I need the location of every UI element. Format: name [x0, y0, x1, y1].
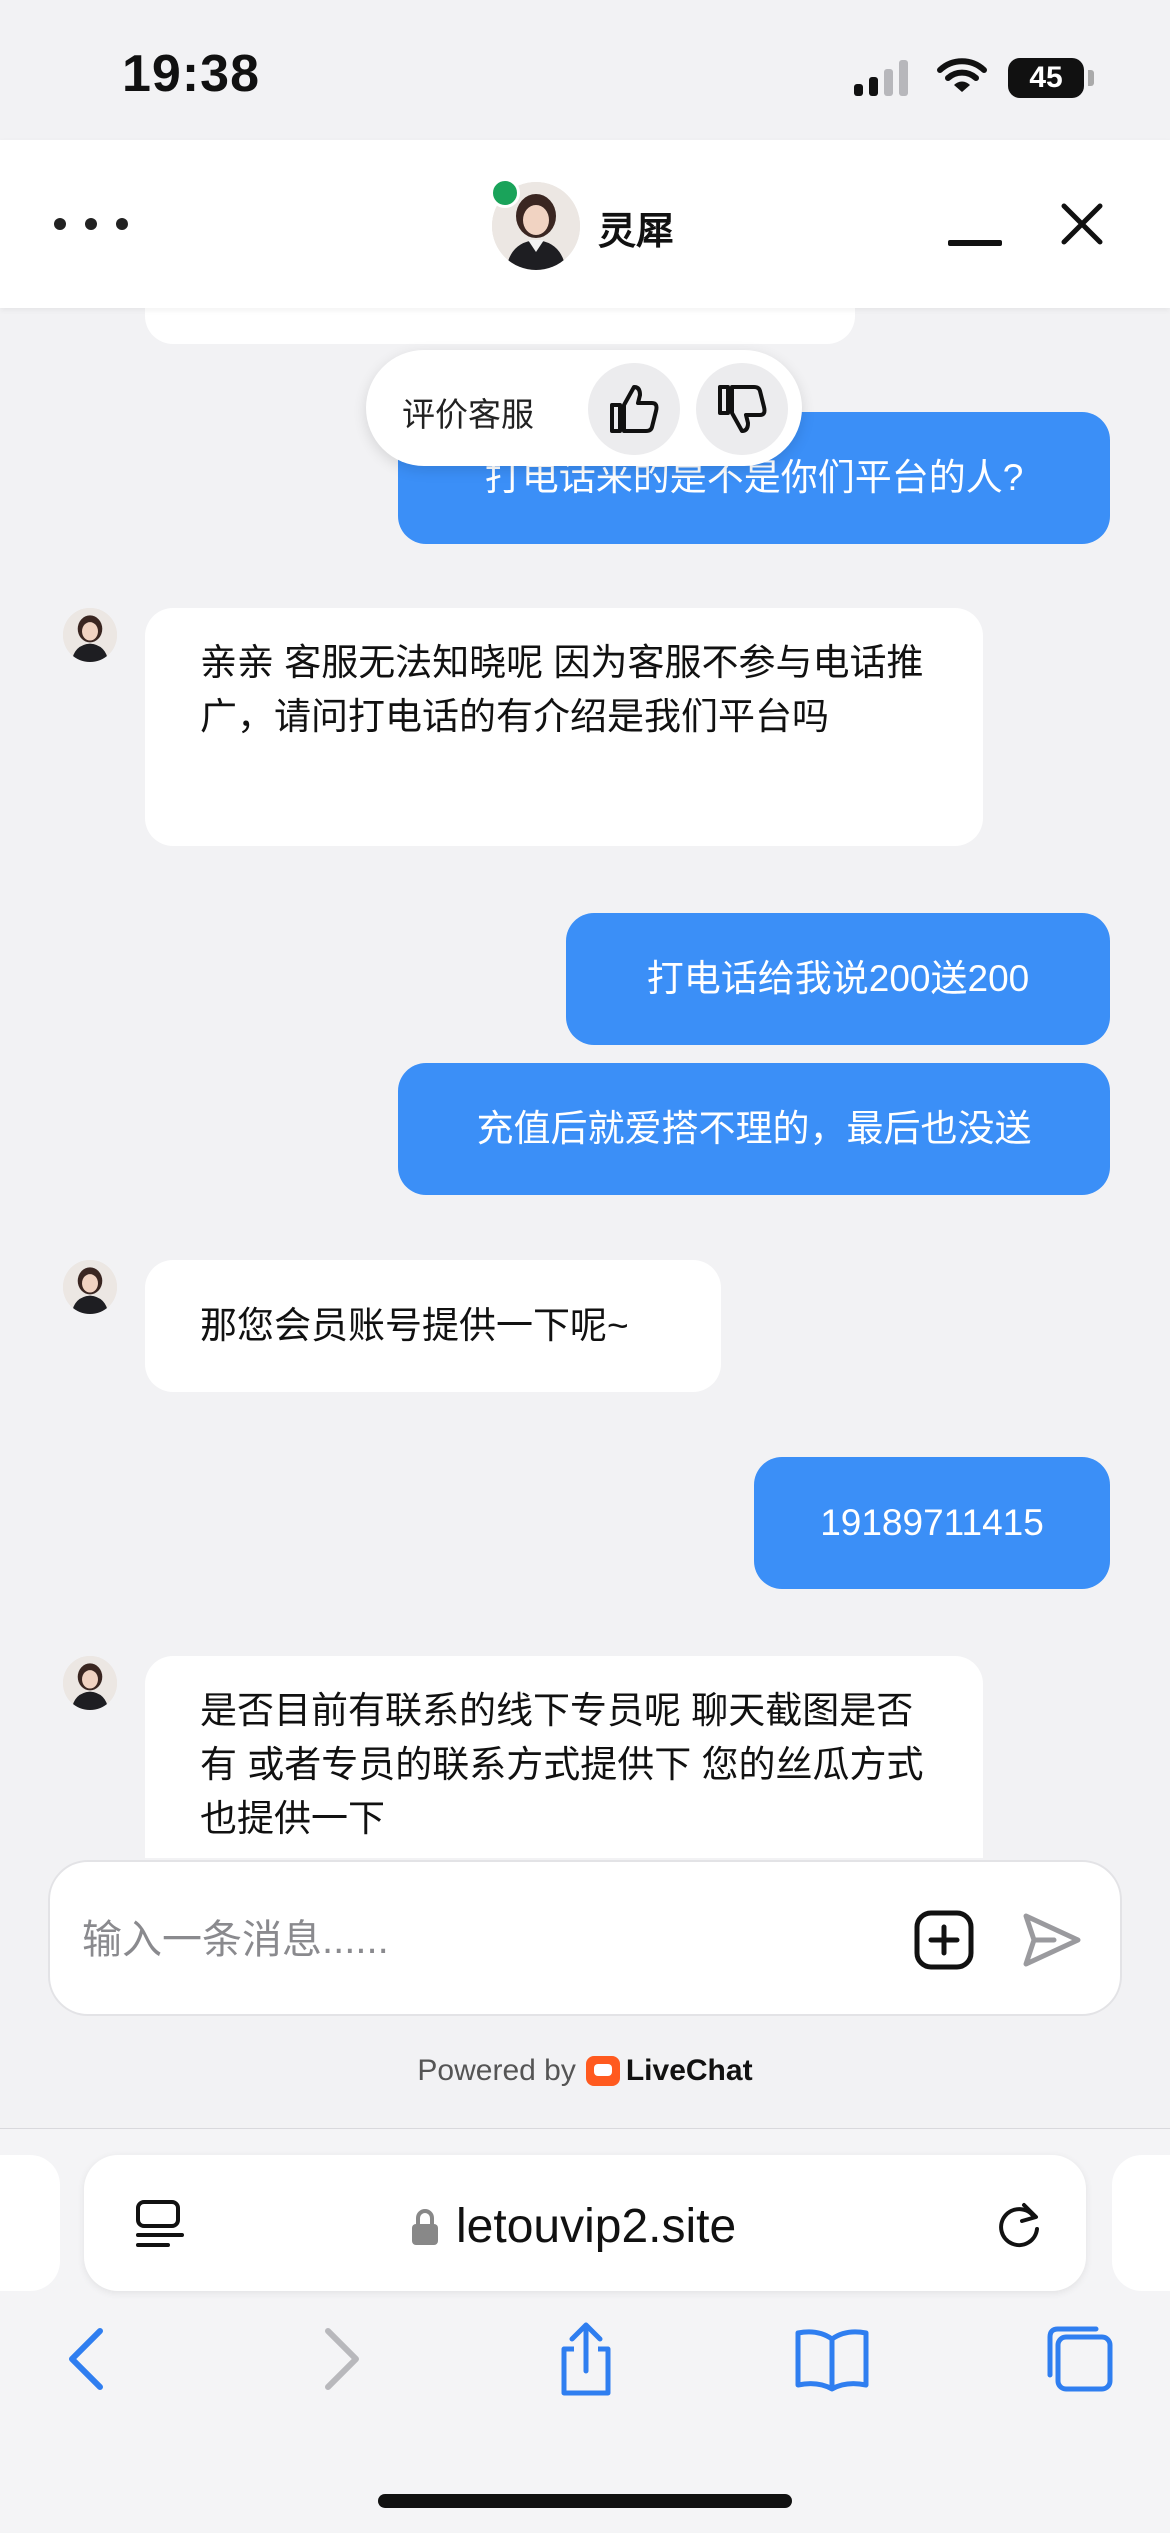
agent-avatar [63, 1260, 117, 1314]
add-attachment-icon[interactable] [912, 1908, 976, 1972]
page-menu-icon[interactable] [134, 2199, 186, 2249]
livechat-brand: LiveChat [625, 2054, 753, 2087]
battery-cap [1088, 70, 1094, 86]
share-icon[interactable] [546, 2319, 626, 2399]
previous-agent-bubble [145, 308, 855, 344]
more-options-button[interactable] [54, 200, 128, 248]
message-composer [48, 1860, 1122, 2016]
cellular-signal-icon [854, 60, 914, 96]
agent-message: 是否目前有联系的线下专员呢 聊天截图是否有 或者专员的联系方式提供下 您的丝瓜方… [145, 1656, 983, 1858]
thumbs-up-icon [610, 385, 659, 433]
agent-message: 亲亲 客服无法知晓呢 因为客服不参与电话推广，请问打电话的有介绍是我们平台吗 [145, 608, 983, 846]
lock-icon [412, 2209, 438, 2245]
thumbs-down-button[interactable] [696, 363, 788, 455]
reload-icon[interactable] [994, 2199, 1046, 2251]
chat-header: 灵犀 [0, 140, 1170, 308]
home-indicator [378, 2494, 792, 2508]
agent-message: 那您会员账号提供一下呢~ [145, 1260, 721, 1392]
powered-by-footer[interactable]: Powered by LiveChat [0, 2054, 1170, 2088]
forward-icon[interactable] [300, 2319, 380, 2399]
online-status-dot [490, 178, 520, 208]
url-text: letouvip2.site [456, 2200, 737, 2253]
address-bar[interactable]: letouvip2.site [84, 2155, 1086, 2291]
user-message: 充值后就爱搭不理的，最后也没送 [398, 1063, 1110, 1195]
bookmarks-icon[interactable] [792, 2319, 872, 2399]
back-icon[interactable] [48, 2319, 128, 2399]
agent-name: 灵犀 [598, 211, 675, 253]
next-tab-preview[interactable] [1112, 2155, 1170, 2291]
agent-avatar [63, 608, 117, 662]
clock: 19:38 [122, 45, 260, 103]
thumbs-up-button[interactable] [588, 363, 680, 455]
livechat-logo-icon [585, 2056, 620, 2086]
battery-icon: 45 [1008, 58, 1084, 98]
user-message: 19189711415 [754, 1457, 1110, 1589]
user-message: 打电话给我说200送200 [566, 913, 1110, 1045]
previous-tab-preview[interactable] [0, 2155, 60, 2291]
powered-by-text: Powered by [417, 2054, 576, 2087]
browser-toolbar: letouvip2.site [0, 2128, 1170, 2533]
send-icon[interactable] [1020, 1910, 1084, 1970]
rating-label: 评价客服 [402, 396, 534, 433]
rate-agent-panel: 评价客服 [366, 350, 802, 466]
tabs-icon[interactable] [1040, 2319, 1120, 2399]
status-bar: 19:38 45 [0, 0, 1170, 140]
thumbs-down-icon [718, 385, 767, 433]
battery-level: 45 [1029, 61, 1063, 94]
agent-avatar [63, 1656, 117, 1710]
minimize-icon[interactable] [948, 240, 1002, 246]
wifi-icon [937, 58, 987, 92]
chat-transcript[interactable]: 打电话来的是不是你们平台的人? 评价客服 亲亲 客服无法知晓呢 因为客服不参与电… [0, 308, 1170, 1858]
message-input[interactable] [80, 1896, 904, 1984]
close-icon[interactable] [1058, 200, 1106, 248]
